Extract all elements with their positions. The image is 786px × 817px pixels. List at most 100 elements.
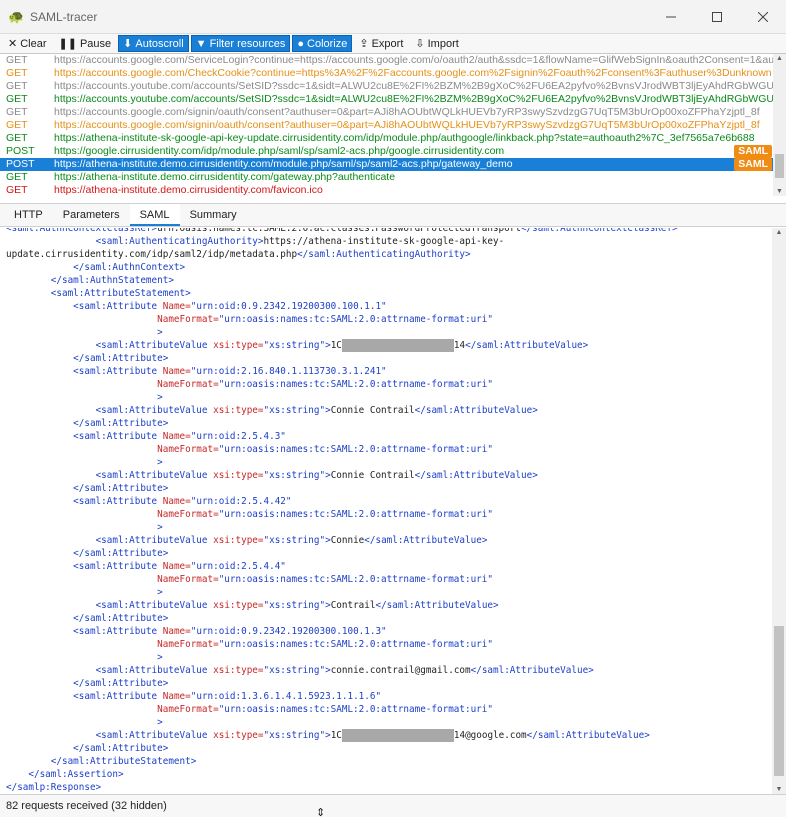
request-method: GET <box>6 80 28 92</box>
clear-icon: ✕ <box>8 38 18 50</box>
colorize-label: Colorize <box>307 37 348 50</box>
autoscroll-button[interactable]: ⬇ Autoscroll <box>118 35 189 52</box>
colorize-button[interactable]: ● Colorize <box>292 35 353 52</box>
code-line: <saml:AttributeValue xsi:type="xs:string… <box>95 600 499 611</box>
code-line: <saml:Attribute Name="urn:oid:0.9.2342.1… <box>73 301 387 312</box>
code-line: <saml:AuthnContextClassRef>urn:oasis:nam… <box>6 228 678 234</box>
code-line: </saml:Attribute> <box>73 548 169 559</box>
request-row[interactable]: POST https://athena-institute.demo.cirrus… <box>0 158 786 171</box>
code-line: > <box>157 652 163 663</box>
request-row[interactable]: GET https://athena-institute-sk-google-ap… <box>0 132 786 145</box>
code-line: > <box>157 587 163 598</box>
code-line: </saml:AuthnStatement> <box>50 275 174 286</box>
tab-saml[interactable]: SAML <box>129 204 180 226</box>
request-count-status: 82 requests received (32 hidden) <box>6 800 167 812</box>
request-row[interactable]: GET https://accounts.youtube.com/accounts… <box>0 93 786 106</box>
code-line: <saml:AuthenticatingAuthority>https://at… <box>95 236 505 247</box>
request-url: https://athena-institute.demo.cirrusiden… <box>54 184 323 196</box>
saml-badge: SAML <box>734 158 772 171</box>
request-method: GET <box>6 54 28 66</box>
code-line: <saml:AttributeValue xsi:type="xs:string… <box>95 405 538 416</box>
code-line: <saml:AttributeValue xsi:type="xs:string… <box>95 339 589 352</box>
request-row[interactable]: GET https://athena-institute.demo.cirrusi… <box>0 171 786 184</box>
request-url: https://accounts.google.com/signin/oauth… <box>54 119 760 131</box>
request-row[interactable]: GET https://accounts.google.com/signin/oa… <box>0 106 786 119</box>
code-line: </saml:Attribute> <box>73 353 169 364</box>
code-line: > <box>157 327 163 338</box>
tab-http[interactable]: HTTP <box>4 204 53 226</box>
request-row[interactable]: GET https://accounts.google.com/ServiceLo… <box>0 54 786 67</box>
tab-parameters[interactable]: Parameters <box>53 204 130 226</box>
request-list-scrollbar[interactable]: ▲ ▼ <box>773 54 786 196</box>
request-row[interactable]: GET https://accounts.google.com/signin/oa… <box>0 119 786 132</box>
code-line: <saml:AttributeValue xsi:type="xs:string… <box>95 535 488 546</box>
close-icon[interactable] <box>740 0 786 34</box>
scroll-down-icon[interactable]: ▼ <box>772 786 786 793</box>
code-line: NameFormat="urn:oasis:names:tc:SAML:2.0:… <box>157 314 493 325</box>
filter-resources-label: Filter resources <box>209 37 286 50</box>
scroll-down-icon[interactable]: ▼ <box>773 188 786 195</box>
code-line: <saml:Attribute Name="urn:oid:2.16.840.1… <box>73 366 387 377</box>
code-line: </saml:Attribute> <box>73 418 169 429</box>
request-url: https://accounts.youtube.com/accounts/Se… <box>54 93 777 105</box>
request-url: https://accounts.google.com/CheckCookie?… <box>54 67 772 79</box>
code-line: > <box>157 717 163 728</box>
code-line: > <box>157 457 163 468</box>
request-row[interactable]: GET https://athena-institute.demo.cirrusi… <box>0 184 786 196</box>
code-line: NameFormat="urn:oasis:names:tc:SAML:2.0:… <box>157 509 493 520</box>
request-method: GET <box>6 132 28 144</box>
pause-icon: ❚❚ <box>58 38 77 50</box>
export-button[interactable]: ⇪ Export <box>354 35 408 52</box>
request-url: https://accounts.google.com/ServiceLogin… <box>54 54 786 66</box>
clear-button[interactable]: ✕ Clear <box>3 35 52 52</box>
code-line: NameFormat="urn:oasis:names:tc:SAML:2.0:… <box>157 574 493 585</box>
pause-label: Pause <box>79 37 112 50</box>
code-line: NameFormat="urn:oasis:names:tc:SAML:2.0:… <box>157 639 493 650</box>
import-button[interactable]: ⇩ Import <box>410 35 463 52</box>
request-url: https://accounts.google.com/signin/oauth… <box>54 106 760 118</box>
minimize-icon[interactable] <box>648 0 694 34</box>
code-line: <saml:Attribute Name="urn:oid:2.5.4.4" <box>73 561 286 572</box>
code-line: </saml:Attribute> <box>73 678 169 689</box>
code-line: </saml:Attribute> <box>73 743 169 754</box>
code-line: </saml:AttributeStatement> <box>50 756 197 767</box>
code-scrollbar[interactable]: ▲ ▼ <box>772 228 786 794</box>
turtle-icon: 🐢 <box>8 8 25 24</box>
filter-resources-button[interactable]: ▼ Filter resources <box>190 35 291 52</box>
code-line: NameFormat="urn:oasis:names:tc:SAML:2.0:… <box>157 379 493 390</box>
maximize-icon[interactable] <box>694 0 740 34</box>
code-line: > <box>157 522 163 533</box>
code-line: <saml:Attribute Name="urn:oid:2.5.4.42" <box>73 496 292 507</box>
down-arrow-icon: ⬇ <box>123 38 133 50</box>
request-method: GET <box>6 106 28 118</box>
request-row[interactable]: GET https://accounts.youtube.com/accounts… <box>0 80 786 93</box>
request-url: https://athena-institute.demo.cirrusiden… <box>54 171 396 183</box>
saml-badge: SAML <box>734 145 772 158</box>
code-line: <saml:AttributeValue xsi:type="xs:string… <box>95 665 594 676</box>
request-row[interactable]: POST https://google.cirrusidentity.com/id… <box>0 145 786 158</box>
autoscroll-label: Autoscroll <box>135 37 184 50</box>
code-line: > <box>157 392 163 403</box>
import-label: Import <box>427 37 459 50</box>
tab-summary[interactable]: Summary <box>180 204 247 226</box>
code-line: <saml:AttributeValue xsi:type="xs:string… <box>95 470 538 481</box>
window-title: SAML-tracer <box>30 9 98 24</box>
request-method: GET <box>6 171 28 183</box>
detail-tabs: HTTP Parameters SAML Summary <box>0 203 786 227</box>
toolbar: ✕ Clear ❚❚ Pause ⬇ Autoscroll ▼ Filter resou… <box>0 34 786 54</box>
request-list: GET https://accounts.google.com/ServiceLo… <box>0 54 786 196</box>
drop-icon: ● <box>297 37 305 50</box>
scroll-thumb[interactable] <box>775 154 784 178</box>
scroll-up-icon[interactable]: ▲ <box>773 55 786 62</box>
scroll-up-icon[interactable]: ▲ <box>772 229 786 236</box>
code-line: </saml:AuthnContext> <box>73 262 186 273</box>
export-icon: ⇪ <box>359 38 369 50</box>
status-bar: 82 requests received (32 hidden) <box>0 794 786 817</box>
resize-handle-icon[interactable]: ⇕ <box>316 806 325 817</box>
scroll-thumb[interactable] <box>774 626 784 776</box>
saml-code-view[interactable]: <saml:AuthnContextClassRef>urn:oasis:nam… <box>0 228 772 794</box>
pause-button[interactable]: ❚❚ Pause <box>54 35 117 52</box>
request-row[interactable]: GET https://accounts.google.com/CheckCook… <box>0 67 786 80</box>
code-line: <saml:AttributeValue xsi:type="xs:string… <box>95 729 650 742</box>
code-line: <saml:Attribute Name="urn:oid:2.5.4.3" <box>73 431 286 442</box>
